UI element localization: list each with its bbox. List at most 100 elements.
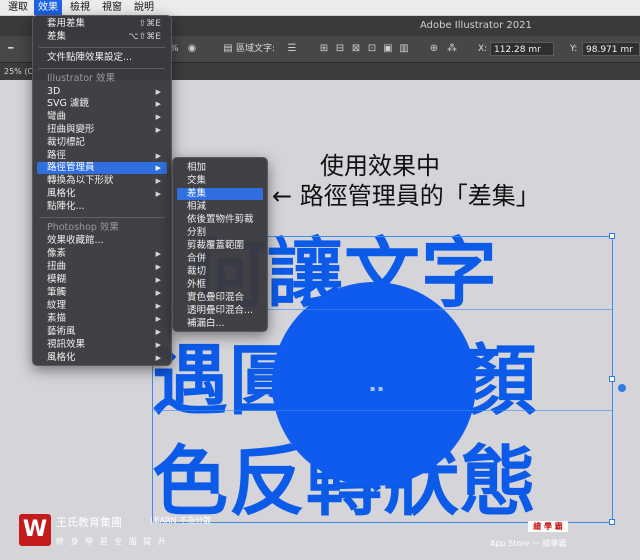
menu-item-warp[interactable]: 彎曲 ▶ (37, 111, 167, 123)
menu-item-last-effect[interactable]: 差集 ⌥⇧⌘E (37, 31, 167, 43)
menu-item-trap[interactable]: 補漏白... (177, 318, 263, 330)
menu-item-convert-to-shape[interactable]: 轉換為以下形狀 ▶ (37, 175, 167, 187)
watermark-slogan: 終 身 學 習 全 面 提 升 (56, 537, 168, 546)
submenu-arrow-icon: ▶ (155, 152, 161, 160)
selection-handle-top-right[interactable] (609, 233, 615, 239)
menu-item-trim[interactable]: 剪裁覆蓋範圍 (177, 240, 263, 252)
menu-item-effect-gallery[interactable]: 效果收藏館... (37, 235, 167, 247)
selection-handle-right[interactable] (609, 376, 615, 382)
submenu-arrow-icon: ▶ (155, 354, 161, 362)
menu-item-label: 風格化 (47, 188, 76, 199)
menu-item-distort[interactable]: 扭曲 ▶ (37, 261, 167, 273)
menu-item-svg-filters[interactable]: SVG 濾鏡 ▶ (37, 98, 167, 110)
annotation-line-2: ← 路徑管理員的「差集」 (272, 182, 540, 210)
watermark-right: App Store 一 繪學霸 (490, 539, 567, 548)
photoshop-effects-header: Photoshop 效果 (47, 222, 119, 233)
menu-item-label: SVG 濾鏡 (47, 98, 89, 109)
y-field[interactable]: 98.971 mr (582, 42, 640, 56)
submenu-arrow-icon: ▶ (155, 100, 161, 108)
submenu-arrow-icon: ▶ (155, 315, 161, 323)
menu-window[interactable]: 視窗 (98, 0, 126, 15)
menu-item-subtract[interactable]: 相減 (177, 201, 263, 213)
control-bar-divider: ━ (8, 44, 14, 54)
submenu-arrow-icon: ▶ (155, 88, 161, 96)
selection-handle-bottom-right[interactable] (609, 519, 615, 525)
menu-item-merge[interactable]: 合併 (177, 253, 263, 265)
menu-item-label: 路徑 (47, 150, 67, 161)
align-left-icon[interactable]: ⊞ (318, 43, 330, 55)
menu-item-label: 扭曲 (47, 261, 67, 272)
menu-item-label: 素描 (47, 313, 67, 324)
submenu-arrow-icon: ▶ (155, 328, 161, 336)
menu-item-3d[interactable]: 3D ▶ (37, 86, 167, 98)
menu-item-label: 路徑管理員 (47, 162, 95, 173)
menu-effect[interactable]: 效果 (34, 0, 62, 15)
menu-item-pixelate[interactable]: 像素 ▶ (37, 248, 167, 260)
align-top-icon[interactable]: ⊡ (366, 43, 378, 55)
menu-item-exclude[interactable]: 差集 (177, 188, 263, 200)
menu-item-minus-back[interactable]: 依後置物件剪裁 (177, 214, 263, 226)
menu-item-distort-transform[interactable]: 扭曲與變形 ▶ (37, 124, 167, 136)
circle-center-point: ▪ ▪ (370, 384, 384, 393)
menu-item-crop-marks[interactable]: 裁切標記 (37, 137, 167, 149)
menu-item-label: 模糊 (47, 274, 67, 285)
menu-separator (39, 217, 165, 218)
text-thread-port[interactable] (618, 384, 626, 392)
menu-view[interactable]: 檢視 (66, 0, 94, 15)
menu-select[interactable]: 選取 (4, 0, 32, 15)
menu-item-divide[interactable]: 分割 (177, 227, 263, 239)
menu-item-apply-last[interactable]: 套用差集 ⇧⌘E (37, 18, 167, 30)
watermark-badge: 繪 學 霸 (528, 521, 568, 532)
menu-item-label: 扭曲與變形 (47, 124, 95, 135)
menu-item-rasterize[interactable]: 點陣化... (37, 201, 167, 213)
menu-item-video[interactable]: 視訊效果 ▶ (37, 339, 167, 351)
menu-item-doc-raster-settings[interactable]: 文件點陣效果設定... (37, 52, 167, 64)
opacity-icon[interactable]: ◉ (186, 43, 198, 55)
menu-item-outline[interactable]: 外框 (177, 279, 263, 291)
menu-item-pathfinder[interactable]: 路徑管理員 ▶ (37, 162, 167, 174)
align-center-icon[interactable]: ⊟ (334, 43, 346, 55)
menu-item-label: 視訊效果 (47, 339, 86, 350)
menu-item-path[interactable]: 路徑 ▶ (37, 150, 167, 162)
menu-item-label: 差集 (47, 31, 67, 42)
area-text-label: 區域文字: (236, 44, 276, 54)
align-bottom-icon[interactable]: ▥ (398, 43, 410, 55)
watermark-sub: LEARN 不為分散 (150, 516, 212, 525)
menu-item-crop[interactable]: 裁切 (177, 266, 263, 278)
menu-item-label: 筆觸 (47, 287, 67, 298)
menu-item-artistic[interactable]: 藝術風 ▶ (37, 326, 167, 338)
window-title: Adobe Illustrator 2021 (420, 20, 532, 31)
submenu-arrow-icon: ▶ (155, 113, 161, 121)
transform-icon[interactable]: ⊕ (428, 43, 440, 55)
menu-item-brush-strokes[interactable]: 筆觸 ▶ (37, 287, 167, 299)
menu-item-blur[interactable]: 模糊 ▶ (37, 274, 167, 286)
x-field[interactable]: 112.28 mr (490, 42, 554, 56)
menu-item-add[interactable]: 相加 (177, 162, 263, 174)
menu-item-hard-mix[interactable]: 實色疊印混合 (177, 292, 263, 304)
menu-item-sketch[interactable]: 素描 ▶ (37, 313, 167, 325)
menu-item-texture[interactable]: 紋理 ▶ (37, 300, 167, 312)
submenu-arrow-icon: ▶ (155, 177, 161, 185)
menu-separator (39, 68, 165, 69)
align-right-icon[interactable]: ⊠ (350, 43, 362, 55)
y-label: Y: (570, 44, 578, 54)
submenu-arrow-icon: ▶ (155, 250, 161, 258)
menubar: 選取 效果 檢視 視窗 說明 (0, 0, 640, 16)
x-label: X: (478, 44, 488, 54)
submenu-arrow-icon: ▶ (155, 289, 161, 297)
reference-point-icon[interactable]: ⁂ (446, 43, 458, 55)
shortcut-label: ⇧⌘E (138, 19, 161, 29)
menu-item-label: 3D (47, 86, 61, 97)
menu-item-soft-mix[interactable]: 透明疊印混合... (177, 305, 263, 317)
shortcut-label: ⌥⇧⌘E (128, 32, 161, 42)
menu-item-label: 風格化 (47, 352, 76, 363)
menu-help[interactable]: 說明 (130, 0, 158, 15)
menu-item-label: 紋理 (47, 300, 67, 311)
menu-item-intersect[interactable]: 交集 (177, 175, 263, 187)
align-middle-icon[interactable]: ▣ (382, 43, 394, 55)
area-type-options-icon[interactable]: ☰ (286, 43, 298, 55)
menu-item-ps-stylize[interactable]: 風格化 ▶ (37, 352, 167, 364)
submenu-arrow-icon: ▶ (155, 164, 161, 172)
menu-item-stylize[interactable]: 風格化 ▶ (37, 188, 167, 200)
submenu-arrow-icon: ▶ (155, 341, 161, 349)
